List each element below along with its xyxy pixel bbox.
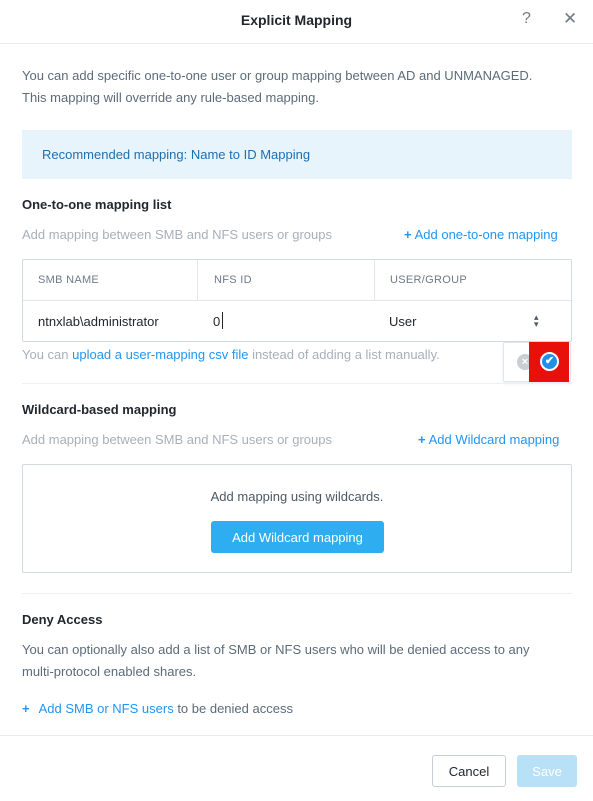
csv-note-prefix: You can (22, 347, 73, 362)
column-nfs-id: NFS ID (214, 274, 252, 286)
add-wildcard-label: Add Wildcard mapping (428, 432, 560, 447)
wildcard-title: Wildcard-based mapping (22, 402, 177, 417)
add-one-to-one-label: Add one-to-one mapping (414, 227, 558, 242)
deny-access-add: + Add SMB or NFS users to be denied acces… (22, 701, 293, 716)
plus-icon: + (404, 227, 412, 242)
add-one-to-one-link[interactable]: + Add one-to-one mapping (404, 227, 558, 242)
save-button[interactable]: Save (517, 755, 577, 787)
section-divider (22, 383, 572, 384)
add-deny-users-label: Add SMB or NFS users (38, 701, 174, 716)
one-to-one-description: Add mapping between SMB and NFS users or… (22, 227, 333, 242)
deny-line-1: You can optionally also add a list of SM… (22, 642, 530, 657)
text-cursor (222, 312, 223, 329)
upload-csv-link[interactable]: upload a user-mapping csv file (72, 347, 248, 362)
dialog-title: Explicit Mapping (240, 12, 353, 28)
csv-note: You can upload a user-mapping csv file i… (22, 347, 440, 362)
dialog-footer: Cancel Save (0, 735, 593, 801)
table-row: ntnxlab\administrator User ▴▾ (23, 301, 571, 341)
column-divider (197, 260, 198, 301)
close-icon[interactable]: ✕ (563, 9, 577, 29)
section-divider (22, 593, 572, 594)
wildcard-empty-text: Add mapping using wildcards. (210, 489, 384, 504)
table-header: SMB NAME NFS ID USER/GROUP (23, 260, 571, 301)
add-wildcard-button[interactable]: Add Wildcard mapping (211, 521, 384, 553)
mapping-table: SMB NAME NFS ID USER/GROUP ntnxlab\admin… (22, 259, 572, 342)
recommendation-banner: Recommended mapping: Name to ID Mapping (22, 130, 572, 179)
plus-icon: + (22, 701, 30, 716)
intro-line-1: You can add specific one-to-one user or … (22, 68, 533, 83)
dialog-header: Explicit Mapping ? ✕ (0, 0, 593, 44)
select-arrows-icon: ▴ ▾ (534, 312, 539, 329)
add-wildcard-link[interactable]: + Add Wildcard mapping (418, 432, 559, 447)
csv-note-suffix: instead of adding a list manually. (248, 347, 440, 362)
smb-name-cell: ntnxlab\administrator (38, 314, 159, 329)
confirm-row-highlight: ✔ (529, 342, 569, 382)
help-icon[interactable]: ? (522, 10, 531, 28)
deny-access-title: Deny Access (22, 612, 103, 627)
confirm-row-icon[interactable]: ✔ (540, 352, 559, 371)
wildcard-empty-state: Add mapping using wildcards. Add Wildcar… (22, 464, 572, 573)
column-smb-name: SMB NAME (38, 274, 100, 286)
deny-line-2: multi-protocol enabled shares. (22, 664, 197, 679)
recommendation-text: Recommended mapping: Name to ID Mapping (42, 147, 311, 162)
column-divider (374, 260, 375, 301)
one-to-one-title: One-to-one mapping list (22, 197, 172, 212)
deny-link-suffix: to be denied access (173, 701, 293, 716)
nfs-id-input[interactable] (209, 309, 369, 333)
add-deny-users-link[interactable]: + Add SMB or NFS users (22, 701, 174, 716)
plus-icon: + (418, 432, 426, 447)
user-group-value: User (389, 314, 417, 329)
cancel-button[interactable]: Cancel (432, 755, 506, 787)
intro-text: You can add specific one-to-one user or … (22, 65, 577, 109)
column-user-group: USER/GROUP (390, 274, 467, 286)
deny-access-description: You can optionally also add a list of SM… (22, 639, 572, 683)
intro-line-2: This mapping will override any rule-base… (22, 90, 319, 105)
wildcard-description: Add mapping between SMB and NFS users or… (22, 432, 333, 447)
